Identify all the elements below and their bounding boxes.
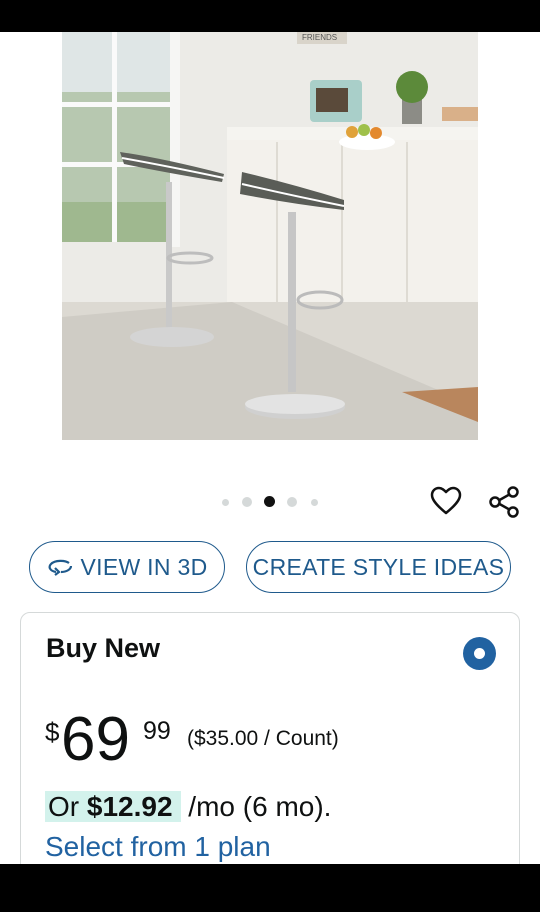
monthly-highlight: Or $12.92 <box>45 791 181 822</box>
carousel-dot[interactable] <box>242 497 252 507</box>
share-icon[interactable] <box>486 484 522 520</box>
rotate-3d-icon <box>48 559 72 576</box>
view-in-3d-label: VIEW IN 3D <box>80 553 208 580</box>
monthly-suffix: /mo (6 mo). <box>180 791 332 822</box>
select-plan-link[interactable]: Select from 1 plan <box>45 831 271 863</box>
price-fraction: 99 <box>143 717 171 745</box>
buy-new-card[interactable]: Buy New $ 69 99 ($35.00 / Count) Or $12.… <box>20 612 520 882</box>
carousel-dot-active[interactable] <box>264 496 275 507</box>
create-style-ideas-label: CREATE STYLE IDEAS <box>252 553 505 580</box>
radio-selected-dot <box>474 648 485 659</box>
bar-stools-photo: FRIENDS <box>62 32 478 440</box>
unit-price: ($35.00 / Count) <box>187 727 339 750</box>
navigation-bar <box>0 864 540 912</box>
buy-new-title: Buy New <box>46 633 161 663</box>
price-symbol: $ <box>45 717 60 747</box>
monthly-prefix: Or <box>48 791 87 822</box>
create-style-ideas-button[interactable]: CREATE STYLE IDEAS <box>246 541 511 593</box>
price-whole: 69 <box>61 705 130 774</box>
carousel-dot[interactable] <box>311 499 318 506</box>
status-bar <box>0 0 540 32</box>
carousel-dot[interactable] <box>287 497 297 507</box>
monthly-payment: Or $12.92 /mo (6 mo). <box>45 791 331 823</box>
monthly-amount: $12.92 <box>86 791 173 822</box>
view-in-3d-button[interactable]: VIEW IN 3D <box>29 541 225 593</box>
carousel-dot[interactable] <box>222 499 229 506</box>
heart-outline-icon[interactable] <box>428 484 464 518</box>
product-image[interactable]: FRIENDS <box>62 32 478 440</box>
buy-new-radio[interactable] <box>463 637 496 670</box>
wall-sign-text: FRIENDS <box>302 33 337 42</box>
